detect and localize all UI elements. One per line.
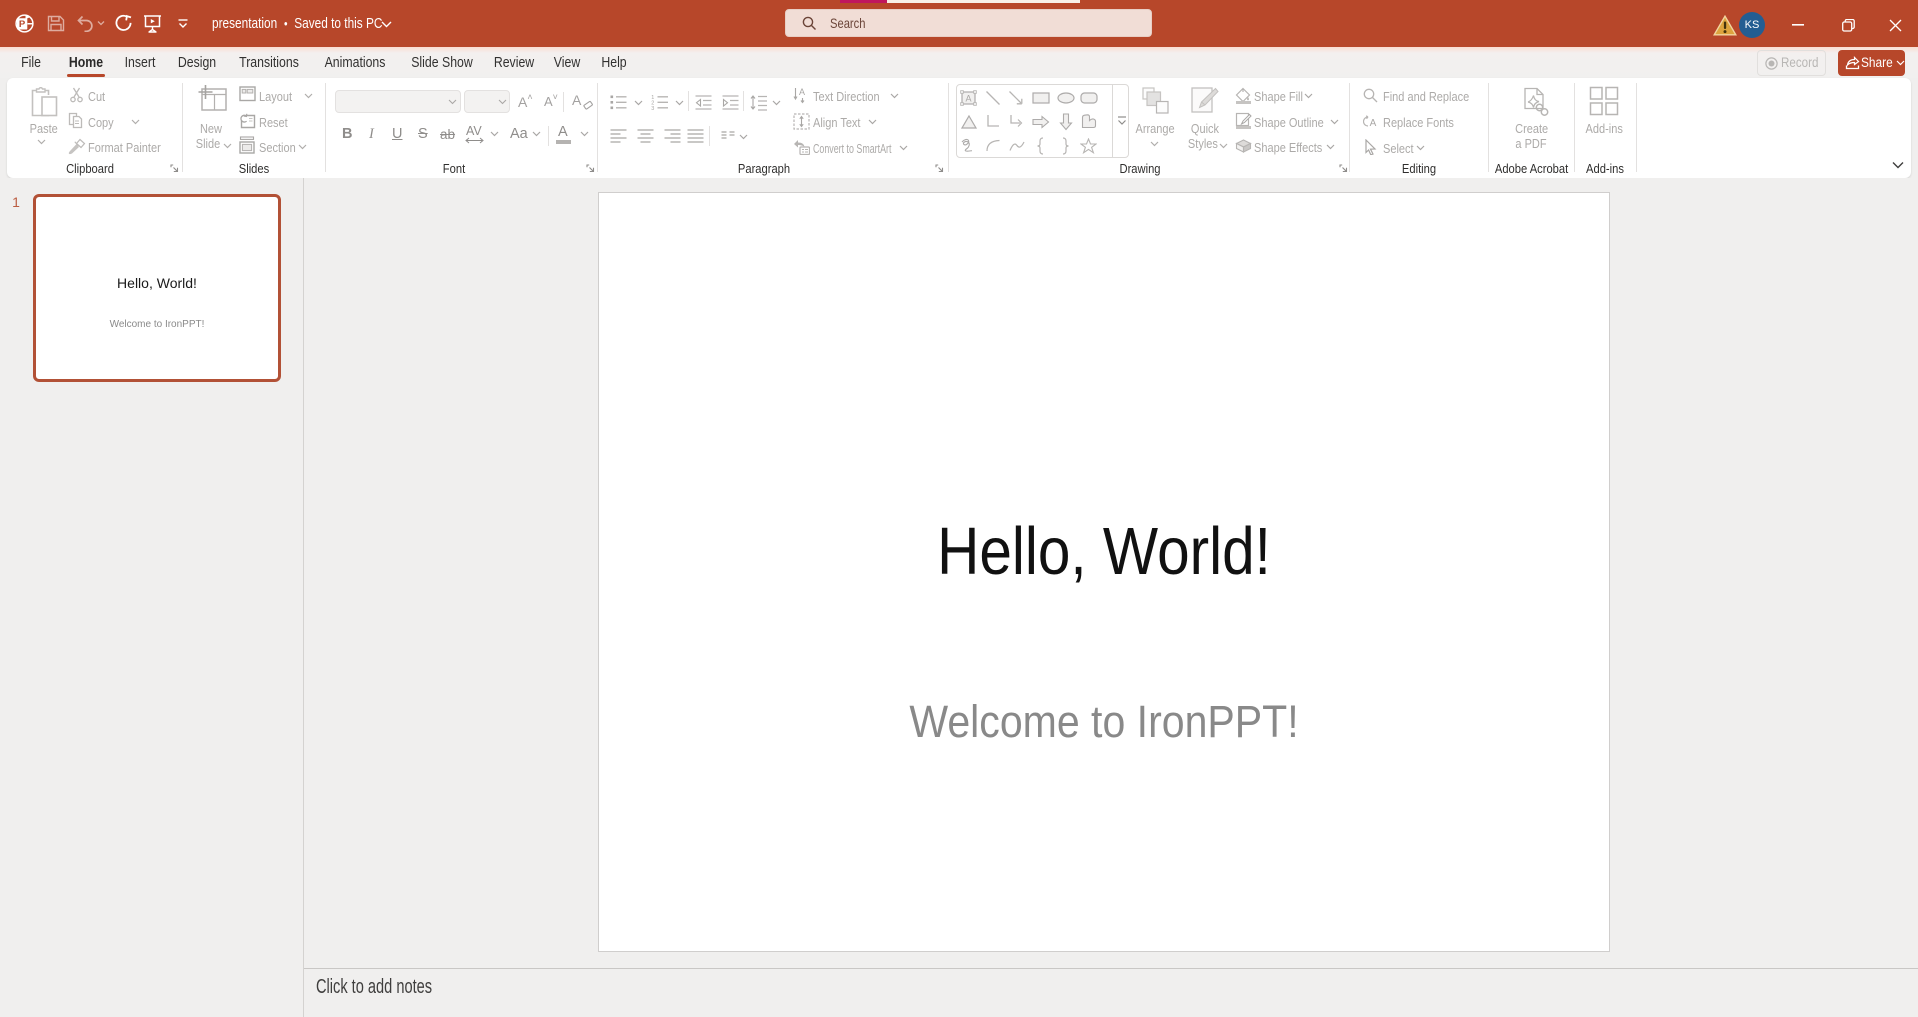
svg-text:3: 3 xyxy=(651,106,654,111)
svg-text:A: A xyxy=(799,87,805,97)
svg-text:A: A xyxy=(1370,118,1377,129)
svg-text:P: P xyxy=(19,19,26,30)
svg-text:A: A xyxy=(965,94,971,104)
